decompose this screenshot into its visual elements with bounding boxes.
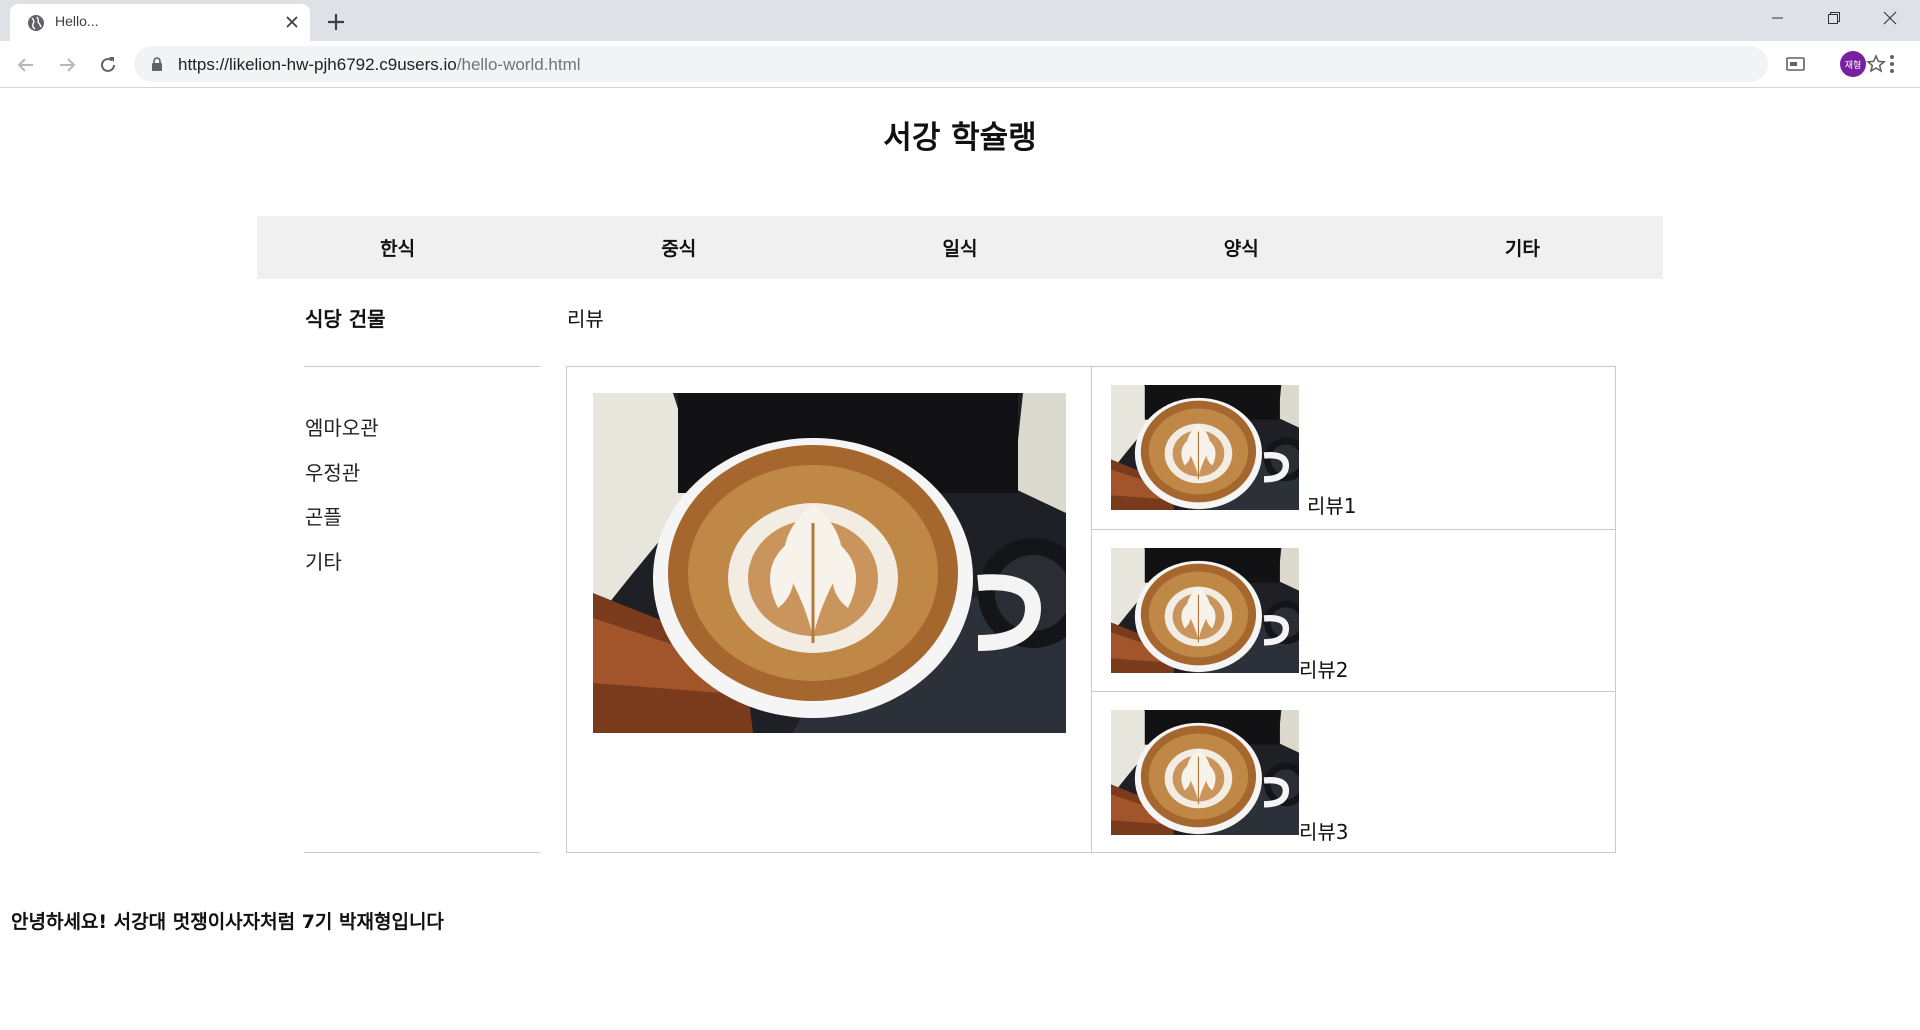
- browser-tabstrip: Hello...: [0, 0, 1920, 41]
- tab-title: Hello...: [55, 13, 99, 29]
- building-item[interactable]: 우정관: [305, 457, 379, 502]
- review-label[interactable]: 리뷰3: [1299, 816, 1349, 845]
- review-thumbnail: [1111, 710, 1299, 835]
- restore-button[interactable]: [1806, 0, 1862, 36]
- reload-icon: [101, 57, 115, 72]
- reload-button[interactable]: [94, 51, 122, 79]
- category-japanese[interactable]: 일식: [819, 216, 1100, 279]
- close-tab-icon[interactable]: [283, 13, 301, 31]
- url-path: /hello-world.html: [456, 55, 581, 74]
- review-thumbnail: [1111, 385, 1299, 510]
- minimize-icon: [1772, 17, 1783, 19]
- close-icon: [1883, 11, 1897, 25]
- minimize-button[interactable]: [1750, 0, 1806, 36]
- cast-icon[interactable]: [1785, 55, 1807, 73]
- sidebar-divider: [304, 852, 540, 853]
- featured-review-cell: [567, 367, 1092, 852]
- review-card[interactable]: 리뷰1: [1092, 367, 1615, 530]
- globe-icon: [28, 15, 44, 31]
- review-heading: 리뷰: [567, 307, 604, 331]
- building-item[interactable]: 엠마오관: [305, 412, 379, 457]
- category-western[interactable]: 양식: [1101, 216, 1382, 279]
- category-chinese[interactable]: 중식: [538, 216, 819, 279]
- review-label[interactable]: 리뷰1: [1307, 490, 1357, 519]
- review-card[interactable]: 리뷰2: [1092, 529, 1615, 692]
- building-item[interactable]: 기타: [305, 546, 379, 591]
- profile-avatar[interactable]: 재형: [1840, 51, 1866, 77]
- review-grid: 리뷰1 리뷰2 리뷰3: [566, 366, 1616, 853]
- close-window-button[interactable]: [1862, 0, 1918, 36]
- page-title: 서강 학슐랭: [883, 120, 1037, 156]
- featured-latte-photo: [593, 393, 1066, 733]
- browser-toolbar: https://likelion-hw-pjh6792.c9users.io/h…: [0, 41, 1920, 88]
- category-korean[interactable]: 한식: [257, 216, 538, 279]
- url-host: https://likelion-hw-pjh6792.c9users.io: [178, 55, 457, 74]
- sidebar-heading: 식당 건물: [305, 307, 386, 331]
- category-nav: 한식 중식 일식 양식 기타: [257, 216, 1663, 279]
- category-other[interactable]: 기타: [1382, 216, 1663, 279]
- restore-icon: [1828, 12, 1840, 24]
- lock-icon: [152, 57, 162, 71]
- building-list: 엠마오관 우정관 곤플 기타: [305, 412, 379, 590]
- arrow-left-icon: [17, 58, 33, 72]
- building-item[interactable]: 곤플: [305, 501, 379, 546]
- review-label[interactable]: 리뷰2: [1299, 654, 1349, 683]
- url-text: https://likelion-hw-pjh6792.c9users.io/h…: [178, 55, 581, 75]
- footer-greeting: 안녕하세요! 서강대 멋쟁이사자처럼 7기 박재형입니다: [11, 911, 444, 933]
- review-thumbnail: [1111, 548, 1299, 673]
- back-button[interactable]: [12, 51, 40, 79]
- browser-tab[interactable]: Hello...: [10, 4, 310, 41]
- address-bar[interactable]: https://likelion-hw-pjh6792.c9users.io/h…: [134, 46, 1886, 82]
- more-menu-icon[interactable]: [1882, 53, 1902, 75]
- review-card[interactable]: 리뷰3: [1092, 691, 1615, 852]
- sidebar-divider: [304, 366, 540, 367]
- arrow-right-icon: [60, 58, 76, 72]
- new-tab-icon[interactable]: [324, 10, 348, 34]
- forward-button[interactable]: [53, 51, 81, 79]
